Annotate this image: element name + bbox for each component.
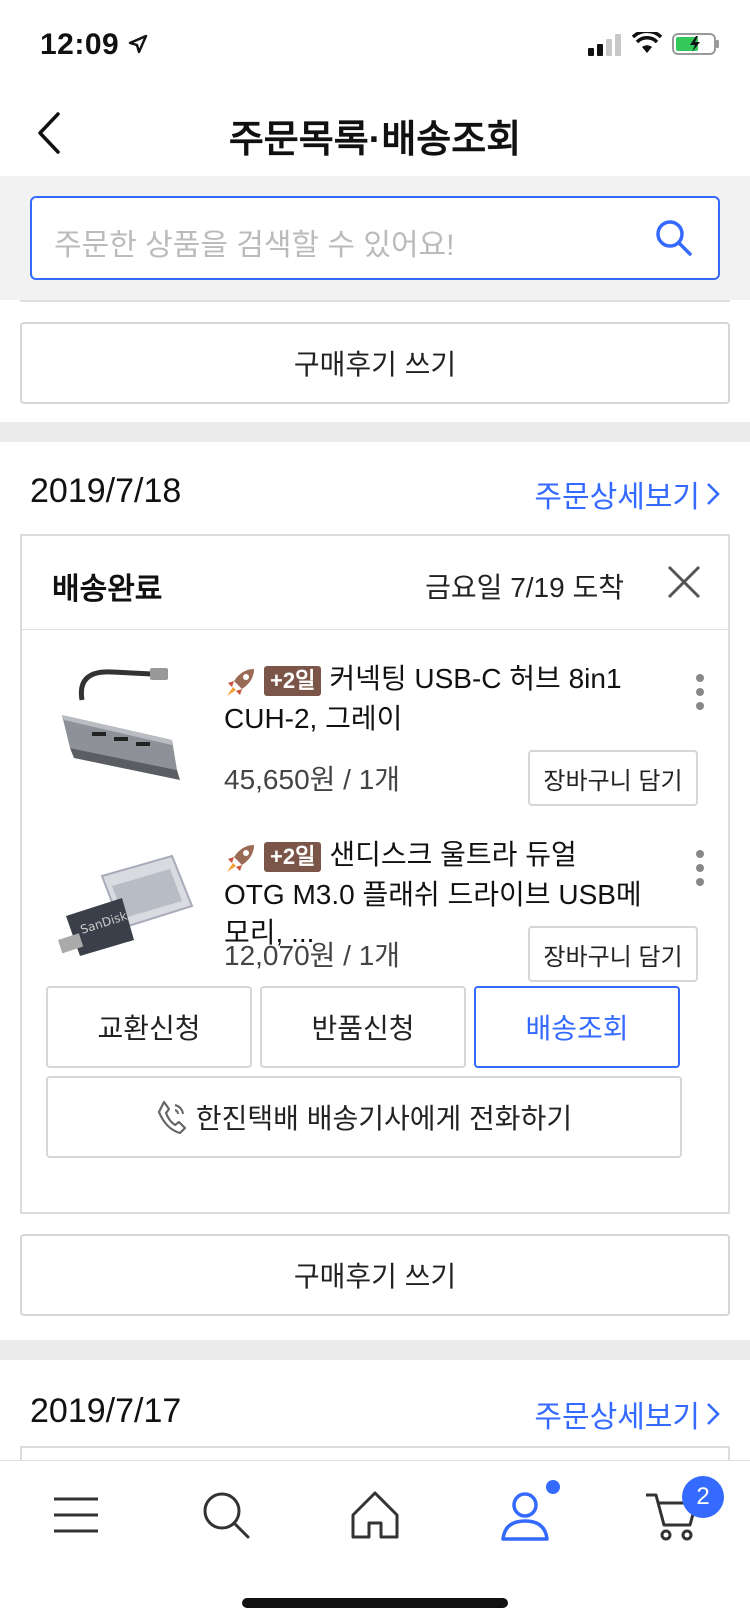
rocket-delivery-badge bbox=[224, 662, 258, 700]
call-courier-label: 한진택배 배송기사에게 전화하기 bbox=[195, 1103, 573, 1134]
product-price: 12,070원 / 1개 bbox=[224, 940, 401, 971]
home-icon[interactable] bbox=[345, 1485, 405, 1545]
order-section: 2019/7/17 주문상세보기 bbox=[0, 1360, 750, 1460]
nav-bar: 주문목록·배송조회 bbox=[0, 88, 750, 176]
phone-icon bbox=[157, 1100, 186, 1135]
status-time: 12:09 bbox=[40, 28, 120, 61]
track-delivery-button[interactable]: 배송조회 bbox=[474, 986, 680, 1068]
status-bar: 12:09 bbox=[0, 0, 750, 88]
signal-icon bbox=[588, 34, 621, 56]
rocket-delivery-badge bbox=[224, 838, 258, 876]
cart-count-badge: 2 bbox=[682, 1476, 724, 1518]
notification-dot bbox=[546, 1480, 560, 1494]
order-card-top bbox=[20, 1446, 730, 1460]
order-date: 2019/7/17 bbox=[30, 1392, 182, 1430]
write-review-button[interactable]: 구매후기 쓰기 bbox=[20, 322, 730, 404]
shipping-status: 배송완료 bbox=[52, 573, 163, 606]
add-to-cart-button[interactable]: 장바구니 담기 bbox=[528, 750, 698, 806]
order-detail-link[interactable]: 주문상세보기 bbox=[534, 472, 720, 516]
search-placeholder: 주문한 상품을 검색할 수 있어요! bbox=[54, 229, 455, 262]
search-tab-icon[interactable] bbox=[196, 1485, 256, 1545]
rocket-icon bbox=[227, 669, 254, 697]
search-area: 주문한 상품을 검색할 수 있어요! bbox=[0, 176, 750, 300]
battery-icon bbox=[672, 33, 719, 55]
arrival-date: 금요일 7/19 도착 bbox=[425, 572, 624, 603]
home-indicator bbox=[242, 1598, 508, 1608]
rocket-icon bbox=[227, 845, 254, 873]
location-arrow-icon bbox=[128, 34, 148, 54]
chevron-right-icon bbox=[707, 1403, 720, 1425]
divider bbox=[20, 300, 730, 302]
more-vertical-icon[interactable] bbox=[694, 672, 706, 712]
product-price: 45,650원 / 1개 bbox=[224, 764, 401, 795]
my-page-icon[interactable] bbox=[495, 1485, 555, 1545]
menu-icon[interactable] bbox=[46, 1485, 106, 1545]
close-icon[interactable] bbox=[666, 564, 702, 600]
usb-hub-image bbox=[62, 668, 180, 780]
call-courier-button[interactable]: 한진택배 배송기사에게 전화하기 bbox=[46, 1076, 682, 1158]
product-name-line: +2일 커넥팅 USB-C 허브 8in1 CUH-2, 그레이 bbox=[224, 660, 644, 738]
order-detail-label: 주문상세보기 bbox=[534, 1401, 700, 1434]
usb-drive-image: SanDisk bbox=[58, 854, 194, 956]
chevron-right-icon bbox=[707, 483, 720, 505]
delivery-days-badge: +2일 bbox=[264, 665, 322, 696]
order-detail-link[interactable]: 주문상세보기 bbox=[534, 1392, 720, 1436]
delivery-days-badge: +2일 bbox=[264, 841, 322, 872]
product-info: +2일 커넥팅 USB-C 허브 8in1 CUH-2, 그레이 bbox=[224, 660, 644, 738]
wifi-icon bbox=[632, 32, 662, 53]
section-separator bbox=[0, 422, 750, 442]
card-header: 배송완료 금요일 7/19 도착 bbox=[22, 536, 728, 630]
order-card: 배송완료 금요일 7/19 도착 +2일 커넥팅 USB-C 허브 8in1 CU… bbox=[20, 534, 730, 1214]
previous-order-section: 구매후기 쓰기 bbox=[0, 300, 750, 422]
search-icon[interactable] bbox=[654, 218, 694, 258]
search-input[interactable]: 주문한 상품을 검색할 수 있어요! bbox=[30, 196, 720, 280]
product-item[interactable]: +2일 커넥팅 USB-C 허브 8in1 CUH-2, 그레이 45,650원 … bbox=[22, 660, 728, 830]
page-title: 주문목록·배송조회 bbox=[228, 119, 522, 161]
product-item[interactable]: SanDisk +2일 샌디스크 울트라 듀얼 OTG M3.0 플래쉬 드라이브… bbox=[22, 836, 728, 1006]
add-to-cart-button[interactable]: 장바구니 담기 bbox=[528, 926, 698, 982]
exchange-request-button[interactable]: 교환신청 bbox=[46, 986, 252, 1068]
order-detail-label: 주문상세보기 bbox=[534, 481, 700, 514]
write-review-button[interactable]: 구매후기 쓰기 bbox=[20, 1234, 730, 1316]
more-vertical-icon[interactable] bbox=[694, 848, 706, 888]
order-date: 2019/7/18 bbox=[30, 472, 182, 510]
return-request-button[interactable]: 반품신청 bbox=[260, 986, 466, 1068]
section-separator bbox=[0, 1340, 750, 1360]
